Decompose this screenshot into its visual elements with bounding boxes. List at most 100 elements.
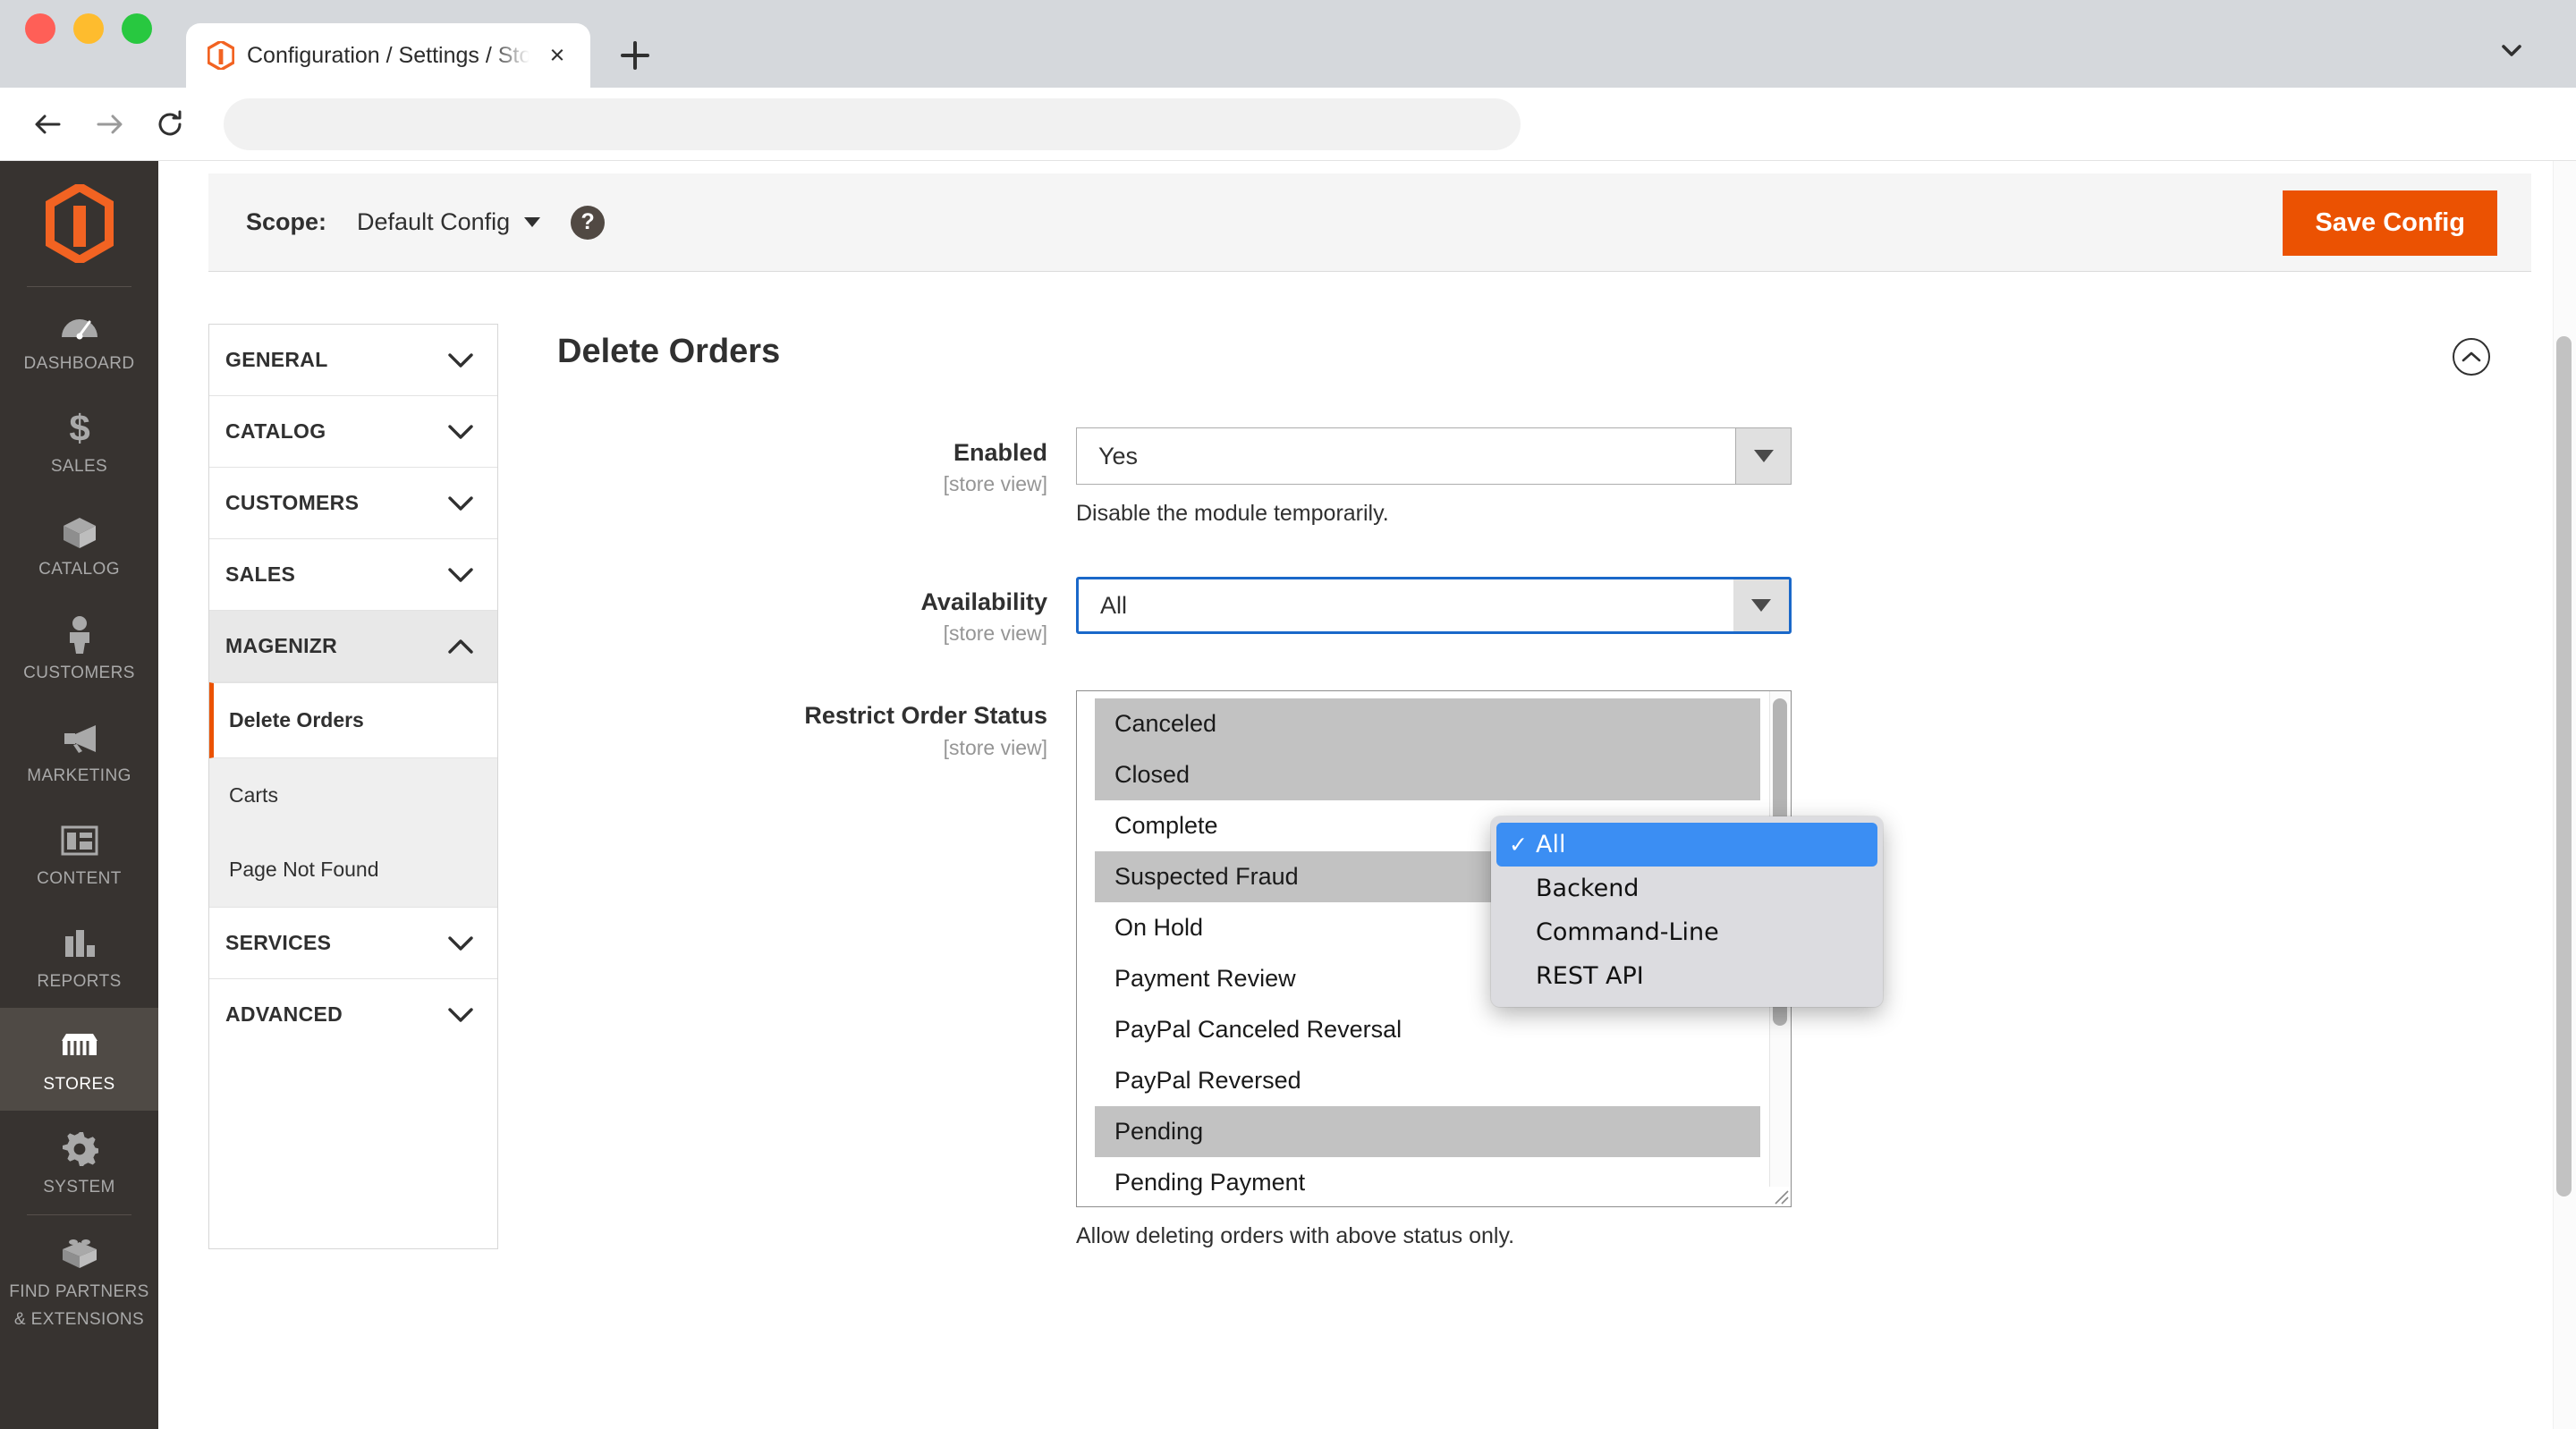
field-label: Restrict Order Status [store view] — [557, 690, 1076, 759]
sidebar-item-sales[interactable]: $ SALES — [0, 390, 158, 493]
sidebar-item-reports[interactable]: REPORTS — [0, 905, 158, 1008]
scope-switcher[interactable]: Default Config — [357, 208, 540, 236]
close-window-button[interactable] — [25, 13, 55, 44]
sidebar-item-catalog[interactable]: CATALOG — [0, 493, 158, 596]
config-subitem-page-not-found[interactable]: Page Not Found — [209, 833, 497, 907]
field-hint: Disable the module temporarily. — [1076, 501, 2513, 527]
minimize-window-button[interactable] — [73, 13, 104, 44]
sidebar-item-find-partners[interactable]: FIND PARTNERS & EXTENSIONS — [0, 1215, 158, 1346]
chevron-up-circle-icon[interactable] — [2453, 338, 2490, 376]
storefront-icon — [5, 1026, 153, 1067]
config-subitems: Delete Orders Carts Page Not Found — [209, 682, 497, 908]
field-label-text: Availability — [557, 588, 1047, 616]
sidebar-item-label-line1: FIND PARTNERS — [5, 1281, 153, 1302]
config-section-label: SERVICES — [225, 931, 331, 955]
dropdown-option[interactable]: ✓REST API — [1496, 954, 1877, 998]
sidebar-item-label: REPORTS — [5, 971, 153, 992]
sidebar-item-label: CONTENT — [5, 868, 153, 889]
config-subitem-label: Delete Orders — [229, 708, 364, 731]
section-header: Delete Orders — [557, 324, 2513, 376]
dropdown-option[interactable]: ✓All — [1496, 823, 1877, 867]
enabled-select-arrow[interactable] — [1735, 428, 1791, 484]
enabled-select[interactable]: Yes — [1076, 427, 1792, 485]
field-label-text: Restrict Order Status — [557, 701, 1047, 730]
dropdown-option[interactable]: ✓Command-Line — [1496, 910, 1877, 954]
availability-select-arrow[interactable] — [1733, 579, 1789, 631]
forward-button[interactable] — [80, 96, 138, 153]
sidebar-item-label: CATALOG — [5, 559, 153, 579]
sidebar-item-stores[interactable]: STORES — [0, 1008, 158, 1111]
config-section-services[interactable]: SERVICES — [209, 908, 497, 979]
dashboard-icon — [5, 305, 153, 346]
availability-dropdown-popup[interactable]: ✓All✓Backend✓Command-Line✓REST API — [1491, 816, 1883, 1007]
sidebar-item-customers[interactable]: CUSTOMERS — [0, 596, 158, 699]
field-scope-note: [store view] — [557, 472, 1047, 496]
sidebar-item-dashboard[interactable]: DASHBOARD — [0, 287, 158, 390]
config-subitem-label: Carts — [229, 783, 278, 807]
page-scrollbar[interactable] — [2553, 161, 2576, 1429]
chevron-down-icon — [447, 934, 474, 952]
box-icon — [5, 511, 153, 552]
config-section-customers[interactable]: CUSTOMERS — [209, 468, 497, 539]
chevron-down-icon — [447, 566, 474, 584]
order-status-option[interactable]: Canceled — [1095, 698, 1760, 749]
content-wrapper: Scope: Default Config ? Save Config GENE… — [158, 173, 2576, 1249]
page-scrollbar-thumb[interactable] — [2556, 336, 2572, 1196]
maximize-window-button[interactable] — [122, 13, 152, 44]
dollar-icon: $ — [5, 408, 153, 449]
chevron-down-icon — [447, 495, 474, 512]
config-section-label: GENERAL — [225, 348, 328, 372]
gear-icon — [5, 1129, 153, 1170]
config-section-general[interactable]: GENERAL — [209, 325, 497, 396]
save-config-button[interactable]: Save Config — [2283, 190, 2497, 256]
address-bar[interactable] — [224, 98, 1521, 150]
order-status-option[interactable]: PayPal Canceled Reversal — [1095, 1004, 1760, 1055]
chevron-up-icon — [447, 638, 474, 655]
magento-admin: DASHBOARD $ SALES CATAL — [0, 161, 2576, 1429]
new-tab-button[interactable] — [610, 30, 660, 80]
chevron-down-icon — [447, 1006, 474, 1024]
tab-title: Configuration / Settings / Store — [247, 43, 530, 69]
svg-text:$: $ — [69, 409, 89, 448]
browser-tab[interactable]: Configuration / Settings / Store × — [186, 23, 590, 88]
reload-button[interactable] — [141, 96, 199, 153]
scope-value-text: Default Config — [357, 208, 510, 236]
chevron-down-icon — [447, 423, 474, 441]
dropdown-option-label: Backend — [1536, 875, 1639, 902]
sidebar-item-system[interactable]: SYSTEM — [0, 1111, 158, 1213]
dropdown-option-label: Command-Line — [1536, 918, 1719, 946]
sidebar-item-content[interactable]: CONTENT — [0, 802, 158, 905]
caret-down-icon — [1754, 450, 1774, 462]
resize-handle-icon[interactable] — [1768, 1184, 1790, 1205]
person-icon — [5, 614, 153, 655]
bar-chart-icon — [5, 923, 153, 964]
config-section-magenizr[interactable]: MAGENIZR — [209, 611, 497, 682]
config-subitem-carts[interactable]: Carts — [209, 758, 497, 833]
caret-down-icon — [1751, 599, 1771, 612]
main-content: Scope: Default Config ? Save Config GENE… — [158, 161, 2576, 1429]
config-section-label: SALES — [225, 562, 295, 587]
field-label: Enabled [store view] — [557, 427, 1076, 496]
sidebar-item-label: MARKETING — [5, 765, 153, 786]
megaphone-icon — [5, 717, 153, 758]
chevron-up-icon — [2461, 350, 2482, 364]
sidebar-item-label: CUSTOMERS — [5, 663, 153, 683]
config-section-sales[interactable]: SALES — [209, 539, 497, 611]
config-subitem-delete-orders[interactable]: Delete Orders — [209, 682, 497, 758]
back-button[interactable] — [20, 96, 77, 153]
order-status-option[interactable]: PayPal Reversed — [1095, 1055, 1760, 1106]
dropdown-option[interactable]: ✓Backend — [1496, 867, 1877, 910]
close-tab-button[interactable]: × — [542, 40, 572, 71]
order-status-option[interactable]: Closed — [1095, 749, 1760, 800]
config-section-advanced[interactable]: ADVANCED — [209, 979, 497, 1050]
sidebar-item-marketing[interactable]: MARKETING — [0, 699, 158, 802]
help-icon[interactable]: ? — [571, 206, 605, 240]
availability-select[interactable]: All — [1076, 577, 1792, 634]
magento-logo[interactable] — [0, 161, 158, 286]
order-status-option[interactable]: Pending — [1095, 1106, 1760, 1157]
enabled-select-value: Yes — [1077, 428, 1735, 484]
config-body: GENERAL CATALOG CUSTOMER — [208, 272, 2531, 1249]
tab-list-button[interactable] — [2494, 32, 2529, 68]
order-status-option[interactable]: Pending Payment — [1095, 1157, 1760, 1207]
config-section-catalog[interactable]: CATALOG — [209, 396, 497, 468]
